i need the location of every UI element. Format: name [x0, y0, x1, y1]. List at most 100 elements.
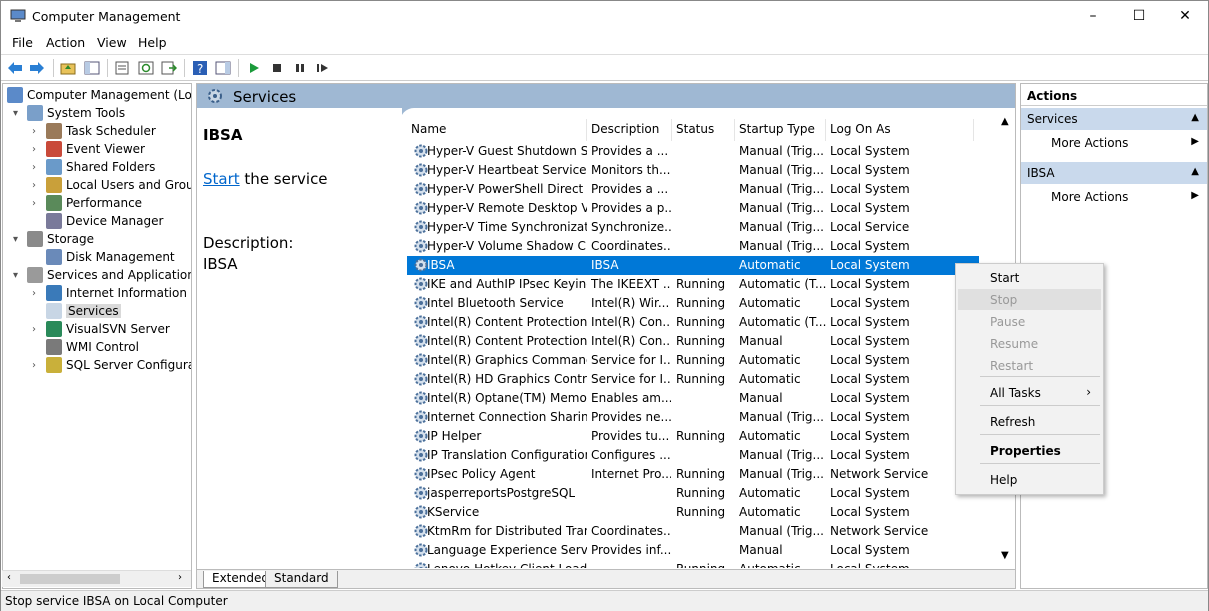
stop-service-icon[interactable]: [268, 59, 286, 77]
tab-standard[interactable]: Standard: [265, 571, 338, 588]
tree-item-label: VisualSVN Server: [66, 322, 170, 336]
service-row[interactable]: Intel(R) Content Protection ... Intel(R) …: [407, 313, 979, 332]
service-row[interactable]: Internet Connection Sharin... Provides ne…: [407, 408, 979, 427]
tree-expander-icon[interactable]: ▾: [13, 108, 23, 119]
tree-expander-icon[interactable]: ▾: [13, 270, 23, 281]
tree-expander-icon[interactable]: ▾: [13, 234, 23, 245]
service-cell: Hyper-V Heartbeat Service: [427, 163, 587, 177]
back-arrow-icon[interactable]: [6, 59, 24, 77]
tree-expander-icon[interactable]: ›: [32, 180, 42, 191]
start-service-icon[interactable]: [245, 59, 263, 77]
tree-item[interactable]: › Task Scheduler: [32, 122, 156, 140]
more-actions-ibsa[interactable]: More Actions ▶: [1021, 186, 1207, 208]
minimize-button[interactable]: –: [1070, 1, 1116, 31]
service-row[interactable]: Hyper-V Guest Shutdown S... Provides a ..…: [407, 142, 979, 161]
service-row[interactable]: Intel(R) HD Graphics Contro... Service fo…: [407, 370, 979, 389]
restart-service-icon[interactable]: [314, 59, 332, 77]
maximize-button[interactable]: ☐: [1116, 1, 1162, 31]
service-row[interactable]: Hyper-V Time Synchronizati... Synchronize…: [407, 218, 979, 237]
collapse-icon[interactable]: ▲: [1191, 112, 1199, 123]
service-row[interactable]: Hyper-V PowerShell Direct ... Provides a …: [407, 180, 979, 199]
service-cell: Intel(R) HD Graphics Contro...: [427, 372, 587, 386]
column-log-on-as[interactable]: Log On As: [826, 119, 974, 141]
close-button[interactable]: ✕: [1162, 1, 1208, 31]
service-row[interactable]: IPsec Policy Agent Internet Pro... Running…: [407, 465, 979, 484]
tree-item[interactable]: Disk Management: [46, 248, 175, 266]
menu-help[interactable]: Help: [138, 35, 167, 50]
service-row[interactable]: Lenovo Hotkey Client Loader RunningAutoma…: [407, 560, 979, 568]
tree-item[interactable]: › Local Users and Groups: [32, 176, 191, 194]
help-icon[interactable]: ?: [191, 59, 209, 77]
console-tree: Computer Management (Local ▾ System Tools ›…: [2, 83, 192, 589]
service-cell: Hyper-V Time Synchronizati...: [427, 220, 587, 234]
tree-expander-icon[interactable]: ›: [32, 162, 42, 173]
start-service-link[interactable]: Start: [203, 170, 240, 188]
service-row[interactable]: IP Helper Provides tu... Running Automatic L…: [407, 427, 979, 446]
scrollbar-thumb[interactable]: [20, 574, 120, 584]
action-group-services[interactable]: Services ▲: [1021, 108, 1207, 130]
export-list-icon[interactable]: [160, 59, 178, 77]
service-row[interactable]: Hyper-V Remote Desktop Vi... Provides a p…: [407, 199, 979, 218]
service-row[interactable]: IKE and AuthIP IPsec Keying... The IKEEXT…: [407, 275, 979, 294]
service-row[interactable]: Intel(R) Content Protection ... Intel(R) …: [407, 332, 979, 351]
service-row[interactable]: jasperreportsPostgreSQL Running Automatic L…: [407, 484, 979, 503]
tree-item[interactable]: › Performance: [32, 194, 142, 212]
column-name[interactable]: Name: [407, 119, 587, 141]
service-cell: Local Service: [830, 220, 910, 234]
service-row[interactable]: Language Experience Service Provides inf.…: [407, 541, 979, 560]
context-menu-help[interactable]: Help: [958, 469, 1101, 490]
service-row[interactable]: Intel(R) Optane(TM) Memor... Enables am..…: [407, 389, 979, 408]
context-menu-refresh[interactable]: Refresh: [958, 411, 1101, 432]
tree-expander-icon[interactable]: ›: [32, 288, 42, 299]
service-row[interactable]: IP Translation Configuration... Configure…: [407, 446, 979, 465]
tree-item[interactable]: Computer Management (Local: [7, 86, 191, 104]
tree-item[interactable]: › Internet Information Ser: [32, 284, 191, 302]
service-row[interactable]: KService Running Automatic Local System: [407, 503, 979, 522]
column-description[interactable]: Description: [587, 119, 672, 141]
properties-sheet-icon[interactable]: [113, 59, 131, 77]
tree-item-label: Storage: [47, 232, 94, 246]
tree-item[interactable]: WMI Control: [46, 338, 139, 356]
tree-item[interactable]: ▾ Services and Applications: [13, 266, 191, 284]
more-actions-services[interactable]: More Actions ▶: [1021, 132, 1207, 154]
tree-item[interactable]: › VisualSVN Server: [32, 320, 170, 338]
show-action-pane-icon[interactable]: [214, 59, 232, 77]
context-menu-properties[interactable]: Properties: [958, 440, 1101, 461]
column-status[interactable]: Status: [672, 119, 735, 141]
scroll-down-icon[interactable]: ▼: [1001, 550, 1009, 561]
context-menu-label: Resume: [990, 337, 1039, 351]
tree-expander-icon[interactable]: ›: [32, 126, 42, 137]
action-group-ibsa[interactable]: IBSA ▲: [1021, 162, 1207, 184]
context-menu-start[interactable]: Start: [958, 267, 1101, 288]
tree-expander-icon[interactable]: ›: [32, 198, 42, 209]
show-hide-console-tree-icon[interactable]: [83, 59, 101, 77]
context-menu-all-tasks[interactable]: All Tasks ›: [958, 382, 1101, 403]
tree-item[interactable]: ▾ System Tools: [13, 104, 125, 122]
tree-expander-icon[interactable]: ›: [32, 324, 42, 335]
tree-expander-icon[interactable]: ›: [32, 360, 42, 371]
tree-item[interactable]: Device Manager: [46, 212, 163, 230]
refresh-icon[interactable]: [137, 59, 155, 77]
tree-item[interactable]: ▾ Storage: [13, 230, 94, 248]
service-row[interactable]: Hyper-V Heartbeat Service Monitors th... M…: [407, 161, 979, 180]
tree-item[interactable]: › SQL Server Configuratic: [32, 356, 191, 374]
menu-view[interactable]: View: [97, 35, 127, 50]
tree-item[interactable]: Services: [46, 302, 121, 320]
up-folder-icon[interactable]: [59, 59, 77, 77]
service-row[interactable]: Intel Bluetooth Service Intel(R) Wir... Ru…: [407, 294, 979, 313]
column-startup-type[interactable]: Startup Type: [735, 119, 826, 141]
service-row[interactable]: IBSA IBSA Automatic Local System: [407, 256, 979, 275]
menu-action[interactable]: Action: [46, 35, 85, 50]
scroll-up-icon[interactable]: ▲: [1001, 116, 1009, 127]
collapse-icon[interactable]: ▲: [1191, 166, 1199, 177]
tree-horizontal-scrollbar[interactable]: ‹ ›: [2, 570, 191, 587]
pause-service-icon[interactable]: [291, 59, 309, 77]
service-row[interactable]: KtmRm for Distributed Tran... Coordinates…: [407, 522, 979, 541]
service-row[interactable]: Intel(R) Graphics Command... Service for …: [407, 351, 979, 370]
menu-file[interactable]: File: [12, 35, 33, 50]
tree-expander-icon[interactable]: ›: [32, 144, 42, 155]
tree-item[interactable]: › Shared Folders: [32, 158, 155, 176]
service-row[interactable]: Hyper-V Volume Shadow C... Coordinates...…: [407, 237, 979, 256]
forward-arrow-icon[interactable]: [28, 59, 46, 77]
tree-item[interactable]: › Event Viewer: [32, 140, 145, 158]
